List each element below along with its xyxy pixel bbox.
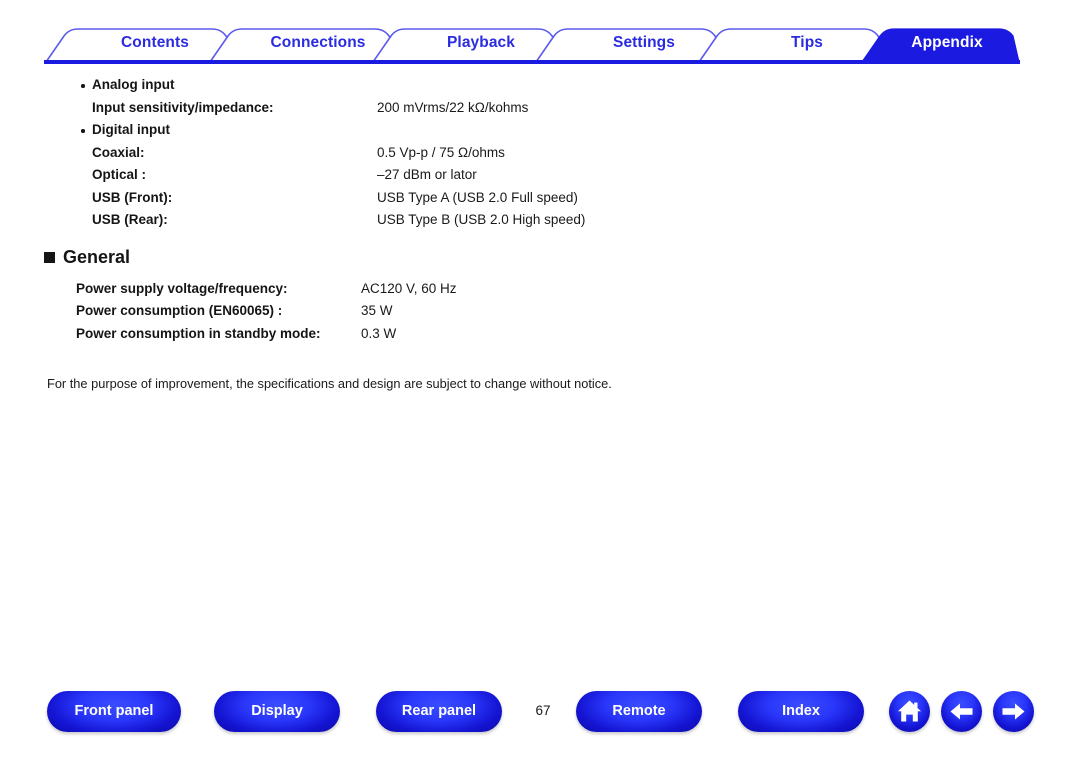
tab-settings[interactable]: Settings: [555, 24, 733, 62]
nav-button-front-panel[interactable]: Front panel: [47, 691, 181, 732]
arrow-right-icon[interactable]: [993, 691, 1034, 732]
tab-tips[interactable]: Tips: [718, 24, 896, 62]
spec-row: Input sensitivity/impedance: 200 mVrms/2…: [0, 97, 1080, 120]
tab-appendix[interactable]: Appendix: [882, 24, 1012, 62]
spec-value: USB Type B (USB 2.0 High speed): [377, 212, 586, 227]
spec-label: Optical :: [92, 167, 147, 182]
square-bullet-icon: [44, 251, 55, 263]
spec-value: 0.5 Vp-p / 75 Ω/ohms: [377, 144, 505, 160]
spec-value: 35 W: [361, 303, 393, 318]
spec-value: USB Type A (USB 2.0 Full speed): [377, 189, 578, 205]
tab-playback[interactable]: Playback: [392, 24, 570, 62]
nav-button-remote[interactable]: Remote: [576, 691, 702, 732]
nav-button-display[interactable]: Display: [214, 691, 340, 732]
bullet-dot-icon: [81, 84, 85, 88]
nav-button-rear-panel[interactable]: Rear panel: [376, 691, 502, 732]
bullet-label: Digital input: [92, 122, 170, 137]
bullet-dot-icon: [81, 129, 85, 133]
spec-label: Power supply voltage/frequency:: [76, 280, 288, 296]
spec-value: AC120 V, 60 Hz: [361, 280, 457, 296]
spec-value: –27 dBm or lator: [377, 167, 477, 182]
spec-group-general: Power supply voltage/frequency: AC120 V,…: [0, 278, 1080, 346]
spec-label: Input sensitivity/impedance:: [92, 99, 274, 115]
disclaimer-note: For the purpose of improvement, the spec…: [47, 376, 612, 391]
spec-value: 200 mVrms/22 kΩ/kohms: [377, 99, 529, 115]
bullet-digital-input: Digital input: [0, 119, 1080, 142]
bottom-navigation-bar: Front panel Display Rear panel 67 Remote…: [0, 691, 1080, 741]
home-icon[interactable]: [889, 691, 930, 732]
spec-row: USB (Front): USB Type A (USB 2.0 Full sp…: [0, 187, 1080, 210]
spec-label: USB (Front):: [92, 189, 173, 205]
spec-row: Coaxial: 0.5 Vp-p / 75 Ω/ohms: [0, 142, 1080, 165]
spec-label: Power consumption (EN60065) :: [76, 303, 283, 318]
spec-label: Coaxial:: [92, 144, 145, 160]
arrow-left-icon[interactable]: [941, 691, 982, 732]
specifications-content: Analog input Input sensitivity/impedance…: [0, 74, 1080, 393]
tab-contents[interactable]: Contents: [66, 24, 244, 62]
nav-button-index[interactable]: Index: [738, 691, 864, 732]
section-heading-label: General: [63, 246, 131, 267]
tab-connections[interactable]: Connections: [229, 24, 407, 62]
tab-bar-underline: [44, 60, 1020, 64]
spec-row: USB (Rear): USB Type B (USB 2.0 High spe…: [0, 209, 1080, 232]
spec-row: Optical : –27 dBm or lator: [0, 164, 1080, 187]
spec-row: Power consumption (EN60065) : 35 W: [0, 300, 1080, 323]
section-heading-general: General: [0, 244, 1080, 270]
spec-row: Power consumption in standby mode: 0.3 W: [0, 323, 1080, 346]
spec-group-analog-input: Analog input Input sensitivity/impedance…: [0, 74, 1080, 119]
home-glyph: [898, 700, 921, 722]
spec-group-digital-input: Digital input Coaxial: 0.5 Vp-p / 75 Ω/o…: [0, 119, 1080, 232]
bullet-analog-input: Analog input: [0, 74, 1080, 97]
spec-row: Power supply voltage/frequency: AC120 V,…: [0, 278, 1080, 301]
spec-label: USB (Rear):: [92, 212, 168, 227]
arrow-left-glyph: [950, 703, 973, 720]
arrow-right-glyph: [1002, 703, 1025, 720]
page-number: 67: [535, 703, 551, 718]
spec-value: 0.3 W: [361, 325, 397, 341]
spec-label: Power consumption in standby mode:: [76, 325, 321, 341]
bullet-label: Analog input: [92, 77, 175, 92]
